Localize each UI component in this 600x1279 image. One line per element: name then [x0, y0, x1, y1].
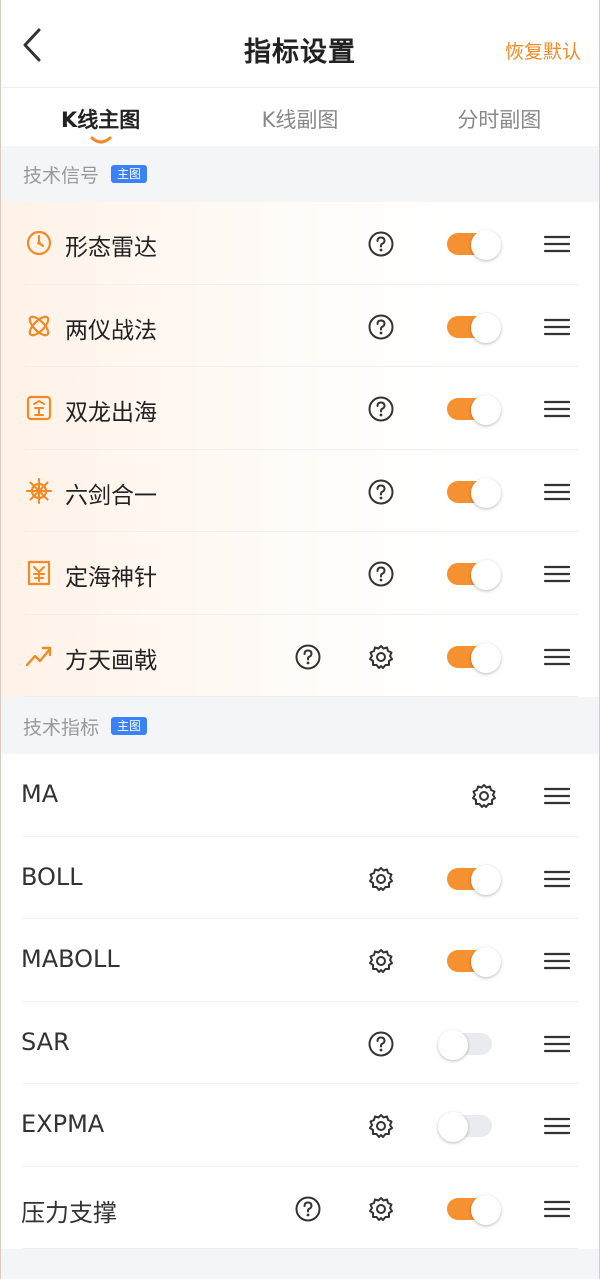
help-icon[interactable] — [367, 560, 395, 588]
toggle-switch[interactable] — [447, 1194, 501, 1225]
gear-icon[interactable] — [367, 643, 395, 671]
toggle-knob — [471, 864, 501, 895]
tab-k-main[interactable]: K线主图 — [1, 88, 200, 146]
toggle-knob — [471, 312, 501, 343]
toggle-knob — [438, 1029, 468, 1060]
toggle-knob — [471, 560, 501, 590]
tab-k-sub[interactable]: K线副图 — [200, 88, 399, 146]
gear-icon[interactable] — [367, 1112, 395, 1140]
list-item: 压力支撑 — [1, 1167, 599, 1250]
toggle-knob — [438, 1112, 468, 1142]
item-name: 压力支撑 — [21, 1198, 117, 1227]
toggle-knob — [471, 1194, 501, 1225]
gear-icon[interactable] — [367, 1195, 395, 1223]
tab-timeshare-sub[interactable]: 分时副图 — [400, 88, 599, 146]
help-icon[interactable] — [294, 1195, 322, 1223]
toggle-knob — [471, 477, 501, 508]
list-item: 定海神针 — [1, 532, 599, 615]
indicator-list: MA BOLL MABOLL SAR EXPMA 压力支撑 — [1, 754, 599, 1249]
item-name: BOLL — [21, 862, 83, 891]
drag-handle-icon[interactable] — [543, 395, 571, 423]
item-name: 方天画戟 — [65, 647, 157, 674]
atom-icon — [28, 315, 50, 336]
restore-default-button[interactable]: 恢复默认 — [505, 37, 581, 64]
tab-label: K线主图 — [61, 108, 141, 132]
item-name: 两仪战法 — [65, 317, 157, 344]
item-name: 定海神针 — [65, 565, 157, 591]
toggle-switch[interactable] — [447, 560, 501, 590]
help-icon[interactable] — [367, 1030, 395, 1058]
drag-handle-icon[interactable] — [543, 1112, 571, 1140]
section-label: 技术信号 — [23, 164, 100, 187]
toggle-knob — [471, 947, 501, 977]
gear-icon[interactable] — [367, 865, 395, 893]
tab-label: K线副图 — [261, 108, 339, 132]
toggle-switch[interactable] — [447, 947, 501, 977]
needle-icon — [27, 560, 51, 586]
helm-icon — [26, 477, 52, 504]
toggle-switch[interactable] — [438, 1029, 492, 1060]
list-item: 双龙出海 — [1, 367, 599, 450]
section-header-indicators: 技术指标 主图 — [1, 698, 599, 754]
main-chart-badge: 主图 — [111, 165, 148, 183]
drag-handle-icon[interactable] — [543, 478, 571, 506]
gear-icon[interactable] — [470, 782, 498, 810]
item-name: 六剑合一 — [65, 482, 157, 509]
dragon-icon — [26, 395, 52, 421]
item-name: 形态雷达 — [65, 235, 157, 261]
drag-handle-icon[interactable] — [543, 313, 571, 341]
toggle-switch[interactable] — [447, 395, 501, 425]
list-item: MA — [1, 754, 599, 837]
section-label: 技术指标 — [23, 716, 100, 739]
toggle-switch[interactable] — [447, 864, 501, 895]
list-item: BOLL — [1, 837, 599, 920]
drag-handle-icon[interactable] — [543, 643, 571, 671]
drag-handle-icon[interactable] — [543, 865, 571, 893]
toggle-switch[interactable] — [447, 230, 501, 260]
toggle-switch[interactable] — [447, 312, 501, 343]
toggle-knob — [471, 230, 501, 260]
help-icon[interactable] — [367, 395, 395, 423]
list-item: 六剑合一 — [1, 450, 599, 533]
help-icon[interactable] — [294, 643, 322, 671]
radar-icon — [26, 230, 52, 256]
tab-label: 分时副图 — [457, 108, 542, 132]
header-bar: 指标设置 恢复默认 — [1, 0, 599, 88]
drag-handle-icon[interactable] — [543, 1030, 571, 1058]
help-icon[interactable] — [367, 230, 395, 258]
section-header-signals: 技术信号 主图 — [1, 146, 599, 202]
signal-list: 形态雷达 两仪战法 双龙出海 六剑合一 定海神针 方天画戟 — [1, 202, 599, 697]
gear-icon[interactable] — [367, 947, 395, 975]
toggle-switch[interactable] — [447, 642, 501, 673]
item-name: EXPMA — [21, 1110, 105, 1138]
main-chart-badge: 主图 — [111, 717, 148, 735]
toggle-switch[interactable] — [438, 1112, 492, 1142]
help-icon[interactable] — [367, 313, 395, 341]
list-item: 方天画戟 — [1, 615, 599, 698]
drag-handle-icon[interactable] — [543, 947, 571, 975]
help-icon[interactable] — [367, 478, 395, 506]
item-name: SAR — [21, 1027, 70, 1056]
list-item: EXPMA — [1, 1084, 599, 1167]
tab-bar: K线主图 K线副图 分时副图 — [1, 88, 599, 146]
tab-indicator — [90, 136, 112, 144]
item-name: 双龙出海 — [65, 400, 157, 426]
item-name: MA — [21, 780, 59, 808]
toggle-knob — [471, 642, 501, 673]
drag-handle-icon[interactable] — [543, 230, 571, 258]
trend-icon — [25, 646, 52, 666]
app-screen: 指标设置 恢复默认 K线主图 K线副图 分时副图 技术信号 主图 形态雷达 两仪… — [0, 0, 600, 1279]
list-item: SAR — [1, 1002, 599, 1085]
drag-handle-icon[interactable] — [543, 782, 571, 810]
toggle-knob — [471, 395, 501, 425]
toggle-switch[interactable] — [447, 477, 501, 508]
list-item: MABOLL — [1, 919, 599, 1002]
drag-handle-icon[interactable] — [543, 560, 571, 588]
list-item: 两仪战法 — [1, 285, 599, 368]
item-name: MABOLL — [21, 945, 120, 973]
list-item: 形态雷达 — [1, 202, 599, 285]
drag-handle-icon[interactable] — [543, 1195, 571, 1223]
